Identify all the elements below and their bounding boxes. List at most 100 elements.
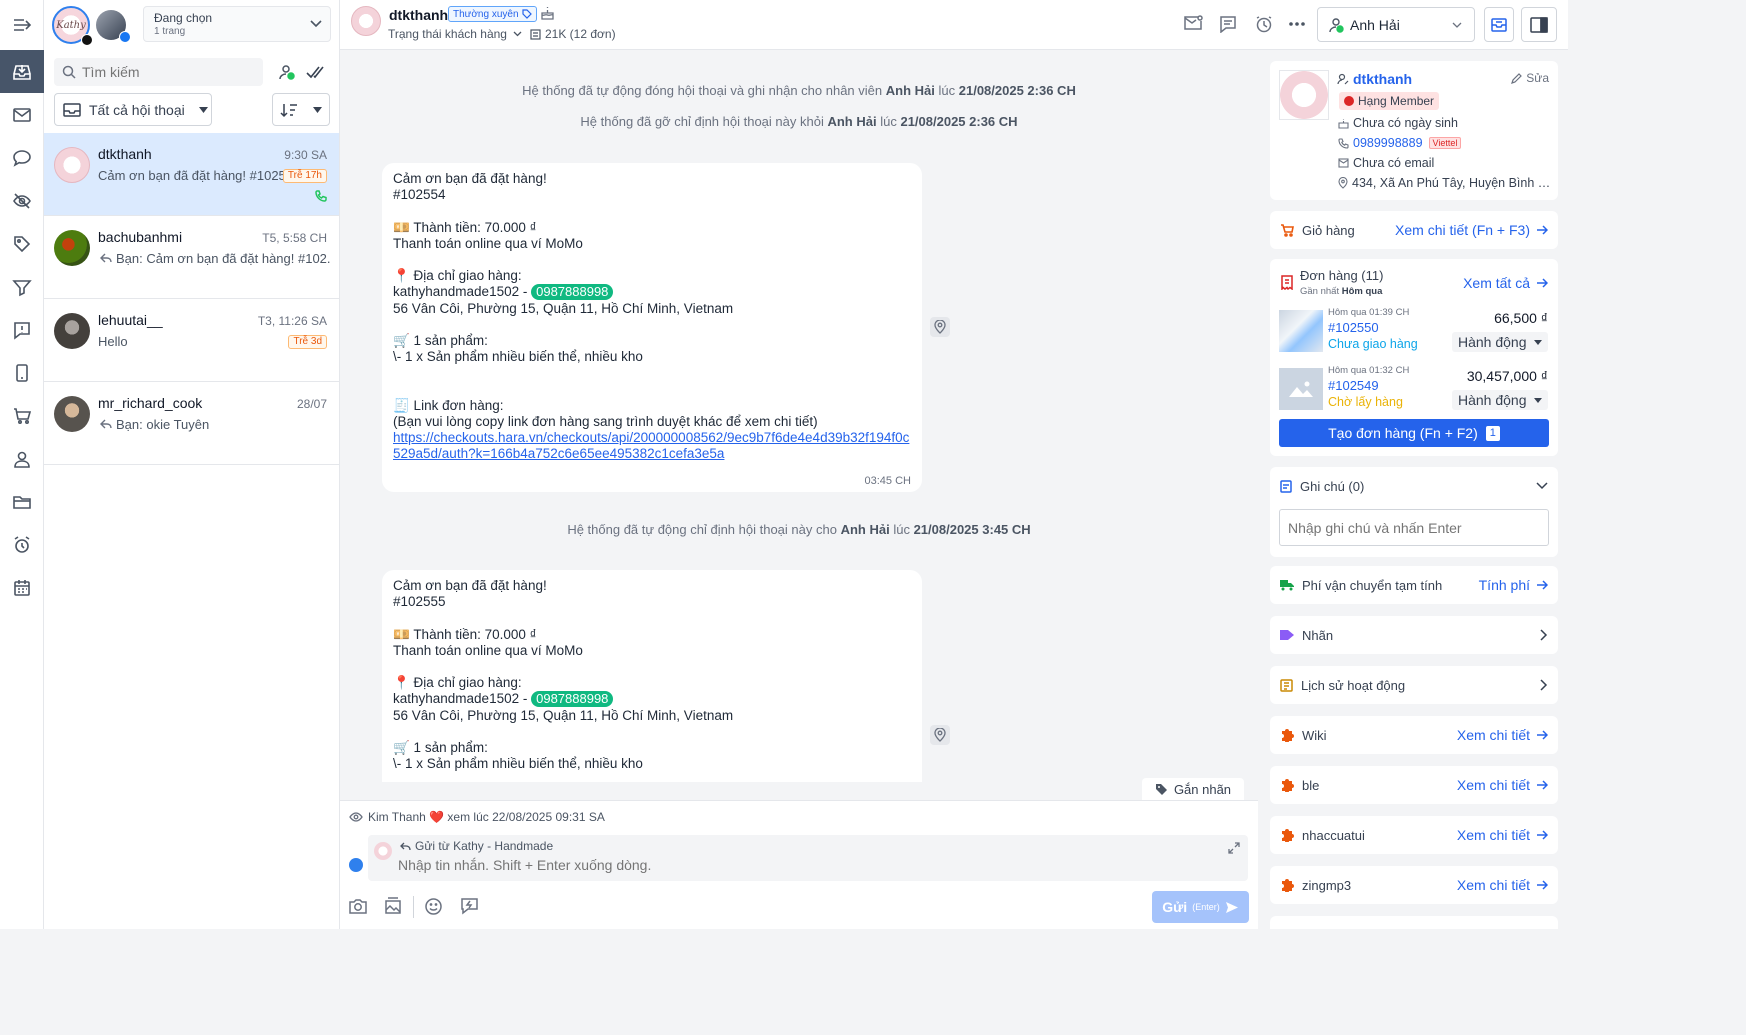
message-total: 💴 Thành tiền: 70.000 ₫	[393, 219, 537, 235]
calculate-shipping-link[interactable]: Tính phí	[1479, 577, 1548, 593]
shipping-card[interactable]: Phí vận chuyển tạm tính Tính phí	[1270, 566, 1558, 604]
mobile-icon[interactable]	[0, 351, 44, 394]
view-all-orders-link[interactable]: Xem tất cả	[1463, 275, 1548, 291]
eye-off-icon[interactable]	[0, 179, 44, 222]
sort-button[interactable]	[272, 93, 330, 126]
mail-icon[interactable]	[1183, 15, 1203, 33]
note-icon	[1280, 480, 1292, 493]
conversation-item[interactable]: dtkthanh 9:30 SA Cảm ơn bạn đã đặt hàng!…	[44, 133, 339, 216]
plugin-card-nhaccuatui[interactable]: nhaccuatui Xem chi tiết	[1270, 816, 1558, 854]
customer-name[interactable]: dtkthanh	[389, 7, 448, 23]
conversation-item[interactable]: bachubanhmi T5, 5:58 CH Bạn: Cảm ơn bạn …	[44, 216, 339, 299]
image-icon[interactable]	[384, 897, 402, 915]
emoji-icon[interactable]	[424, 897, 443, 916]
feedback-icon[interactable]	[0, 308, 44, 351]
phone-badge[interactable]: 0987888998	[531, 284, 614, 301]
quick-reply-icon[interactable]	[460, 897, 479, 915]
plugin-detail-link[interactable]: Xem chi tiết	[1457, 827, 1548, 843]
send-label: Gửi	[1162, 899, 1188, 915]
tiktok-icon	[81, 34, 93, 46]
conversation-time: T3, 11:26 SA	[257, 314, 327, 328]
mail-icon[interactable]	[0, 93, 44, 136]
side-nav	[0, 0, 44, 929]
cart-card[interactable]: Giỏ hàng Xem chi tiết (Fn + F3)	[1270, 211, 1558, 249]
tag-icon[interactable]	[0, 222, 44, 265]
create-order-label: Tạo đơn hàng (Fn + F2)	[1328, 425, 1478, 441]
arrow-right-icon	[1537, 730, 1548, 740]
agent-select[interactable]: Anh Hải	[1317, 7, 1475, 42]
plugin-detail-link[interactable]: Xem chi tiết	[1457, 727, 1548, 743]
note-input[interactable]	[1279, 509, 1549, 546]
plugin-detail-link[interactable]: Xem chi tiết	[1457, 877, 1548, 893]
conversation-filter[interactable]: Tất cả hội thoại	[54, 93, 212, 126]
phone-badge[interactable]: 0987888998	[531, 691, 614, 708]
arrow-right-icon	[1537, 780, 1548, 790]
plugin-card-zingmp3[interactable]: zingmp3 Xem chi tiết	[1270, 866, 1558, 904]
customer-status-select[interactable]: Trạng thái khách hàng	[388, 27, 522, 41]
cart-icon[interactable]	[0, 394, 44, 437]
search-input[interactable]	[82, 64, 252, 80]
plugin-card-wiki[interactable]: Wiki Xem chi tiết	[1270, 716, 1558, 754]
camera-icon[interactable]	[348, 897, 368, 915]
message-payment: Thanh toán online qua ví MoMo	[393, 642, 583, 658]
chat-list-icon[interactable]	[1219, 15, 1237, 33]
order-link[interactable]: https://checkouts.hara.vn/checkouts/api/…	[393, 430, 911, 462]
send-button[interactable]: Gửi (Enter)	[1152, 891, 1249, 923]
folder-icon[interactable]	[0, 480, 44, 523]
clock-icon[interactable]	[1255, 15, 1273, 33]
inbox-toggle-button[interactable]	[1484, 7, 1514, 42]
phone-number[interactable]: 0989998889	[1353, 136, 1423, 150]
conversation-item[interactable]: lehuutai__ T3, 11:26 SA Hello Trễ 3d	[44, 299, 339, 382]
puzzle-icon	[1282, 779, 1294, 792]
calendar-icon[interactable]	[0, 566, 44, 609]
conversation-item[interactable]: mr_richard_cook 28/07 Bạn: okie Tuyên	[44, 382, 339, 465]
labels-label: Nhãn	[1302, 627, 1334, 643]
cart-detail-link[interactable]: Xem chi tiết (Fn + F3)	[1395, 222, 1548, 238]
profile-name[interactable]: dtkthanh	[1353, 71, 1412, 87]
order-id[interactable]: #102549	[1328, 378, 1379, 393]
message-input-box[interactable]: Gửi từ Kathy - Handmade	[368, 835, 1248, 881]
order-id[interactable]: #102550	[1328, 320, 1379, 335]
message-input[interactable]	[398, 855, 1198, 875]
plugin-detail-label: Xem chi tiết	[1456, 827, 1530, 843]
app-root: Kathy Đang chọn 1 trang Tất cả hội thoại	[0, 0, 1568, 929]
mark-all-read-icon[interactable]	[306, 64, 326, 80]
order-action-select[interactable]: Hành động	[1452, 332, 1548, 352]
plugin-card-ble[interactable]: ble Xem chi tiết	[1270, 766, 1558, 804]
plugin-detail-link[interactable]: Xem chi tiết	[1457, 777, 1548, 793]
chat-icon[interactable]	[0, 136, 44, 179]
menu-icon[interactable]	[0, 3, 44, 46]
alarm-icon[interactable]	[0, 523, 44, 566]
more-icon[interactable]	[1288, 17, 1306, 31]
expand-icon[interactable]	[1228, 842, 1240, 854]
chevron-down-icon[interactable]	[1536, 482, 1548, 490]
filter-icon[interactable]	[0, 265, 44, 308]
create-order-button[interactable]: Tạo đơn hàng (Fn + F2) 1	[1279, 419, 1549, 447]
customer-avatar[interactable]	[351, 6, 381, 36]
user-icon[interactable]	[0, 437, 44, 480]
filter-label: Tất cả hội thoại	[89, 101, 185, 118]
cake-icon	[1338, 118, 1349, 129]
chevron-down-icon	[1452, 22, 1462, 28]
location-pin-icon[interactable]	[930, 725, 950, 745]
assign-user-icon[interactable]	[278, 63, 296, 81]
chevron-down-icon	[513, 31, 522, 37]
sort-icon	[280, 103, 298, 117]
chevron-right-icon	[1540, 679, 1548, 691]
page-select[interactable]: Đang chọn 1 trang	[143, 6, 331, 42]
inbox-icon[interactable]	[0, 50, 44, 93]
location-pin-icon[interactable]	[930, 317, 950, 337]
history-card[interactable]: Lịch sử hoạt động	[1270, 666, 1558, 704]
order-action-select[interactable]: Hành động	[1452, 390, 1548, 410]
tag-conversation-button[interactable]: Gắn nhãn	[1142, 778, 1244, 800]
notes-card: Ghi chú (0)	[1270, 467, 1558, 557]
edit-profile-button[interactable]: Sửa	[1511, 71, 1549, 85]
order-time: Hôm qua 01:39 CH	[1328, 307, 1410, 318]
reply-icon	[100, 419, 112, 429]
account-switcher: Kathy Đang chọn 1 trang	[50, 4, 336, 46]
labels-card[interactable]: Nhãn	[1270, 616, 1558, 654]
avatar	[54, 230, 90, 266]
cart-label: Giỏ hàng	[1302, 222, 1355, 238]
panel-toggle-button[interactable]	[1521, 7, 1557, 42]
conversation-name: dtkthanh	[98, 146, 152, 162]
